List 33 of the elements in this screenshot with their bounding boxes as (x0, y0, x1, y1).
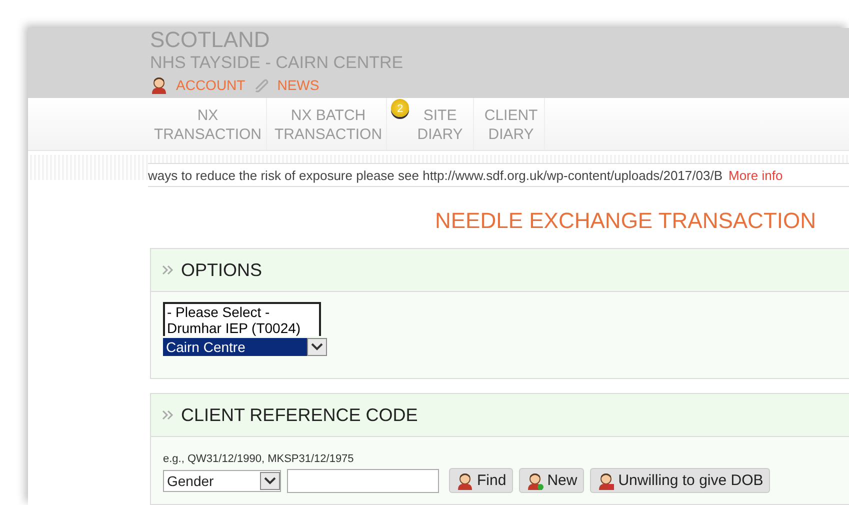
tab-label: DIARY (417, 125, 463, 144)
tab-label: TRANSACTION (274, 125, 382, 144)
tab-label: NX (197, 106, 218, 125)
gender-select[interactable]: Gender (163, 470, 281, 492)
paperclip-icon (253, 77, 270, 93)
double-chevron-icon (161, 409, 175, 421)
tab-label: DIARY (488, 125, 534, 144)
tab-label: NX BATCH (290, 106, 366, 125)
dropdown-button[interactable] (307, 338, 327, 356)
notification-badge: 2 (391, 99, 410, 117)
new-button[interactable]: New (519, 468, 584, 493)
person-icon (526, 472, 544, 490)
person-icon (150, 76, 168, 94)
tab-label: TRANSACTION (154, 125, 262, 144)
find-button[interactable]: Find (449, 468, 514, 493)
page-title: NEEDLE EXCHANGE TRANSACTION (434, 208, 816, 233)
site-select[interactable]: Cairn Centre (163, 338, 307, 356)
double-chevron-icon (161, 264, 175, 276)
dropdown-option[interactable]: Drumhar IEP (T0024) (167, 320, 317, 336)
region-title: SCOTLAND (150, 28, 271, 52)
tab-label: CLIENT (484, 106, 538, 125)
person-icon (456, 472, 474, 490)
section-title: OPTIONS (181, 260, 262, 280)
format-hint: e.g., QW31/12/1990, MKSP31/12/1975 (163, 453, 355, 465)
reference-code-field[interactable] (287, 468, 439, 492)
section-title: CLIENT REFERENCE CODE (181, 404, 418, 426)
site-name: NHS TAYSIDE - CAIRN CENTRE (150, 53, 404, 73)
dropdown-option[interactable]: - Please Select - (167, 304, 317, 320)
more-info-link[interactable]: More info (728, 168, 783, 182)
unwilling-button[interactable]: Unwilling to give DOB (590, 468, 770, 493)
tab-label: SITE (423, 106, 457, 125)
ticker-text: ways to reduce the risk of exposure please see http://www.sdf.org.uk/wp-content/uploads/2017/03/B (148, 168, 722, 182)
person-icon (597, 472, 616, 490)
